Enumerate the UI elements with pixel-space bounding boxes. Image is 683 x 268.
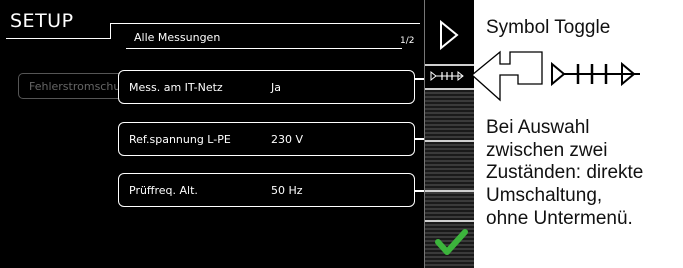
callout-arrow-graphic xyxy=(471,50,640,102)
annotation-line: zwischen zwei xyxy=(486,139,608,161)
annotation-line: Zuständen: direkte xyxy=(486,162,644,184)
annotation-line: Bei Auswahl xyxy=(486,117,590,138)
title-divider xyxy=(6,38,110,39)
menu-subtitle: Alle Messungen xyxy=(134,31,221,44)
toggle-symbol-icon xyxy=(430,70,464,82)
annotation-title: Symbol Toggle xyxy=(486,17,611,38)
parameter-label: Mess. am IT-Netz xyxy=(129,81,223,94)
softkey-next[interactable] xyxy=(425,0,474,64)
parameter-label: Prüffreq. Alt. xyxy=(129,184,198,197)
parameter-value: 230 V xyxy=(271,133,304,146)
ghost-menu-tab[interactable]: Fehlerstromschutz xyxy=(18,73,128,99)
parameter-reference-voltage[interactable]: Ref.spannung L-PE 230 V xyxy=(118,122,415,156)
page-indicator: 1/2 xyxy=(400,36,415,46)
annotation-line: ohne Untermenü. xyxy=(486,207,633,229)
header-divider xyxy=(120,23,420,24)
softkey-divider xyxy=(425,140,474,142)
softkey-divider xyxy=(425,190,474,192)
annotation-description: Bei Auswahl zwischen zwei Zuständen: dir… xyxy=(486,117,643,231)
title-divider-step xyxy=(110,23,111,39)
page-title: SETUP xyxy=(10,10,74,32)
device-screen: SETUP Alle Messungen 1/2 Fehlerstromschu… xyxy=(0,0,474,268)
softkey-toggle[interactable] xyxy=(425,66,474,88)
softkey-column xyxy=(424,0,474,268)
play-outline-icon xyxy=(440,19,459,51)
parameter-test-frequency[interactable]: Prüffreq. Alt. 50 Hz xyxy=(118,173,415,207)
parameter-value: Ja xyxy=(271,81,281,94)
title-divider-step-top xyxy=(110,23,120,24)
annotation-line: Umschaltung, xyxy=(486,185,603,207)
softkey-divider xyxy=(425,88,474,90)
parameter-value: 50 Hz xyxy=(271,184,303,197)
green-checkmark-icon[interactable] xyxy=(433,222,469,262)
parameter-it-network[interactable]: Mess. am IT-Netz Ja xyxy=(118,70,415,104)
parameter-label: Ref.spannung L-PE xyxy=(129,133,231,146)
subtitle-divider xyxy=(126,48,402,49)
